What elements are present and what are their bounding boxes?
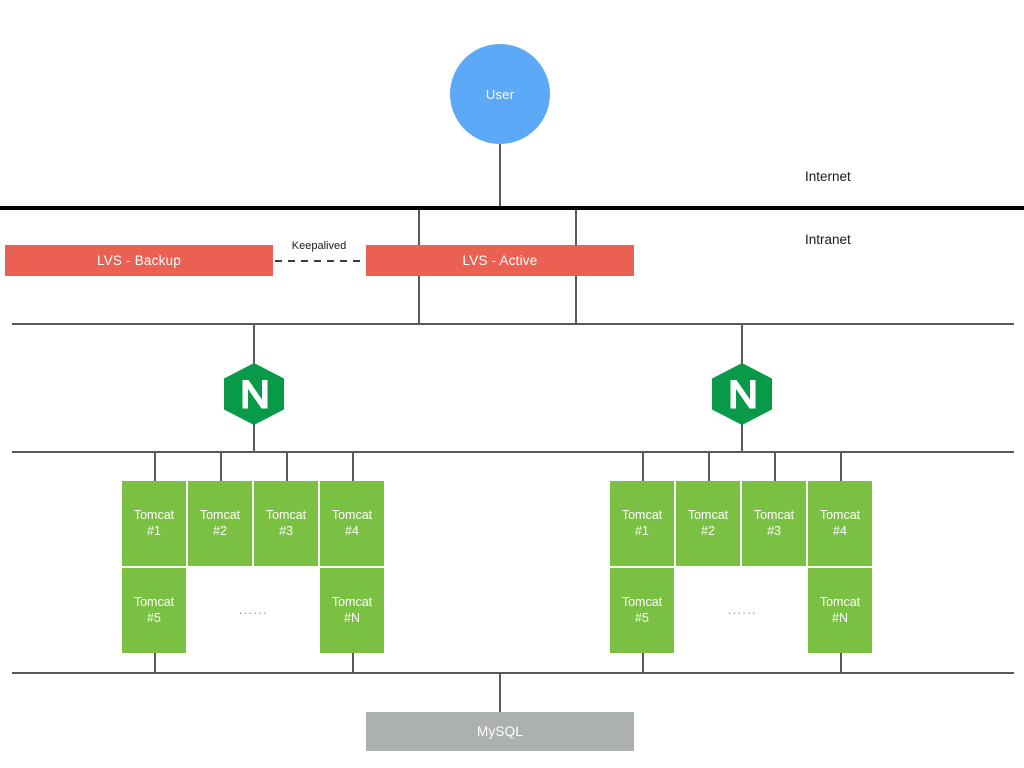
nginx-node-left[interactable] [224, 363, 284, 425]
tomcat-node[interactable]: Tomcat #4 [320, 481, 384, 566]
tomcat-number: #1 [635, 523, 649, 538]
mysql-node[interactable]: MySQL [366, 712, 634, 751]
tomcat-ellipsis: ······ [727, 605, 757, 620]
tomcat-number: #1 [147, 523, 161, 538]
tomcat-name: Tomcat [265, 507, 307, 522]
tomcat-name: Tomcat [687, 507, 729, 522]
tomcat-name: Tomcat [819, 507, 861, 522]
tomcat-number: #4 [833, 523, 847, 538]
tomcat-number: #2 [701, 523, 715, 538]
tomcat-name: Tomcat [199, 507, 241, 522]
nginx-logo-icon [712, 363, 772, 425]
keepalived-label: Keepalived [291, 240, 347, 252]
zone-label-internet: Internet [805, 169, 851, 184]
tomcat-number: #3 [767, 523, 781, 538]
tomcat-node[interactable]: Tomcat #4 [808, 481, 872, 566]
lvs-active-node[interactable]: LVS - Active [366, 245, 634, 276]
user-node[interactable]: User [450, 44, 550, 144]
nginx-logo-icon [224, 363, 284, 425]
tomcat-node[interactable]: Tomcat #3 [742, 481, 806, 566]
tomcat-node[interactable]: Tomcat #2 [188, 481, 252, 566]
tomcat-number: #4 [345, 523, 359, 538]
tomcat-node[interactable]: Tomcat #1 [610, 481, 674, 566]
tomcat-name: Tomcat [133, 507, 175, 522]
user-label: User [485, 86, 515, 102]
tomcat-number: #3 [279, 523, 293, 538]
tomcat-node[interactable]: Tomcat #1 [122, 481, 186, 566]
lvs-active-label: LVS - Active [462, 253, 538, 268]
tomcat-name: Tomcat [753, 507, 795, 522]
tomcat-node[interactable]: Tomcat #2 [676, 481, 740, 566]
lvs-backup-label: LVS - Backup [97, 253, 181, 268]
tomcat-name: Tomcat [819, 594, 861, 609]
tomcat-number: #N [344, 610, 360, 625]
lvs-backup-node[interactable]: LVS - Backup [5, 245, 273, 276]
tomcat-number: #2 [213, 523, 227, 538]
tomcat-number: #N [832, 610, 848, 625]
nginx-node-right[interactable] [712, 363, 772, 425]
tomcat-ellipsis: ······ [238, 605, 268, 620]
zone-label-intranet: Intranet [805, 232, 851, 247]
tomcat-node[interactable]: Tomcat #5 [610, 568, 674, 653]
mysql-label: MySQL [476, 724, 523, 739]
tomcat-node[interactable]: Tomcat #N [320, 568, 384, 653]
tomcat-number: #5 [147, 610, 161, 625]
tomcat-node[interactable]: Tomcat #5 [122, 568, 186, 653]
tomcat-name: Tomcat [331, 507, 373, 522]
tomcat-name: Tomcat [621, 594, 663, 609]
tomcat-name: Tomcat [133, 594, 175, 609]
tomcat-name: Tomcat [331, 594, 373, 609]
architecture-diagram: User Internet Intranet LVS - Backup LVS … [0, 0, 1024, 768]
tomcat-node[interactable]: Tomcat #N [808, 568, 872, 653]
tomcat-name: Tomcat [621, 507, 663, 522]
tomcat-number: #5 [635, 610, 649, 625]
tomcat-node[interactable]: Tomcat #3 [254, 481, 318, 566]
